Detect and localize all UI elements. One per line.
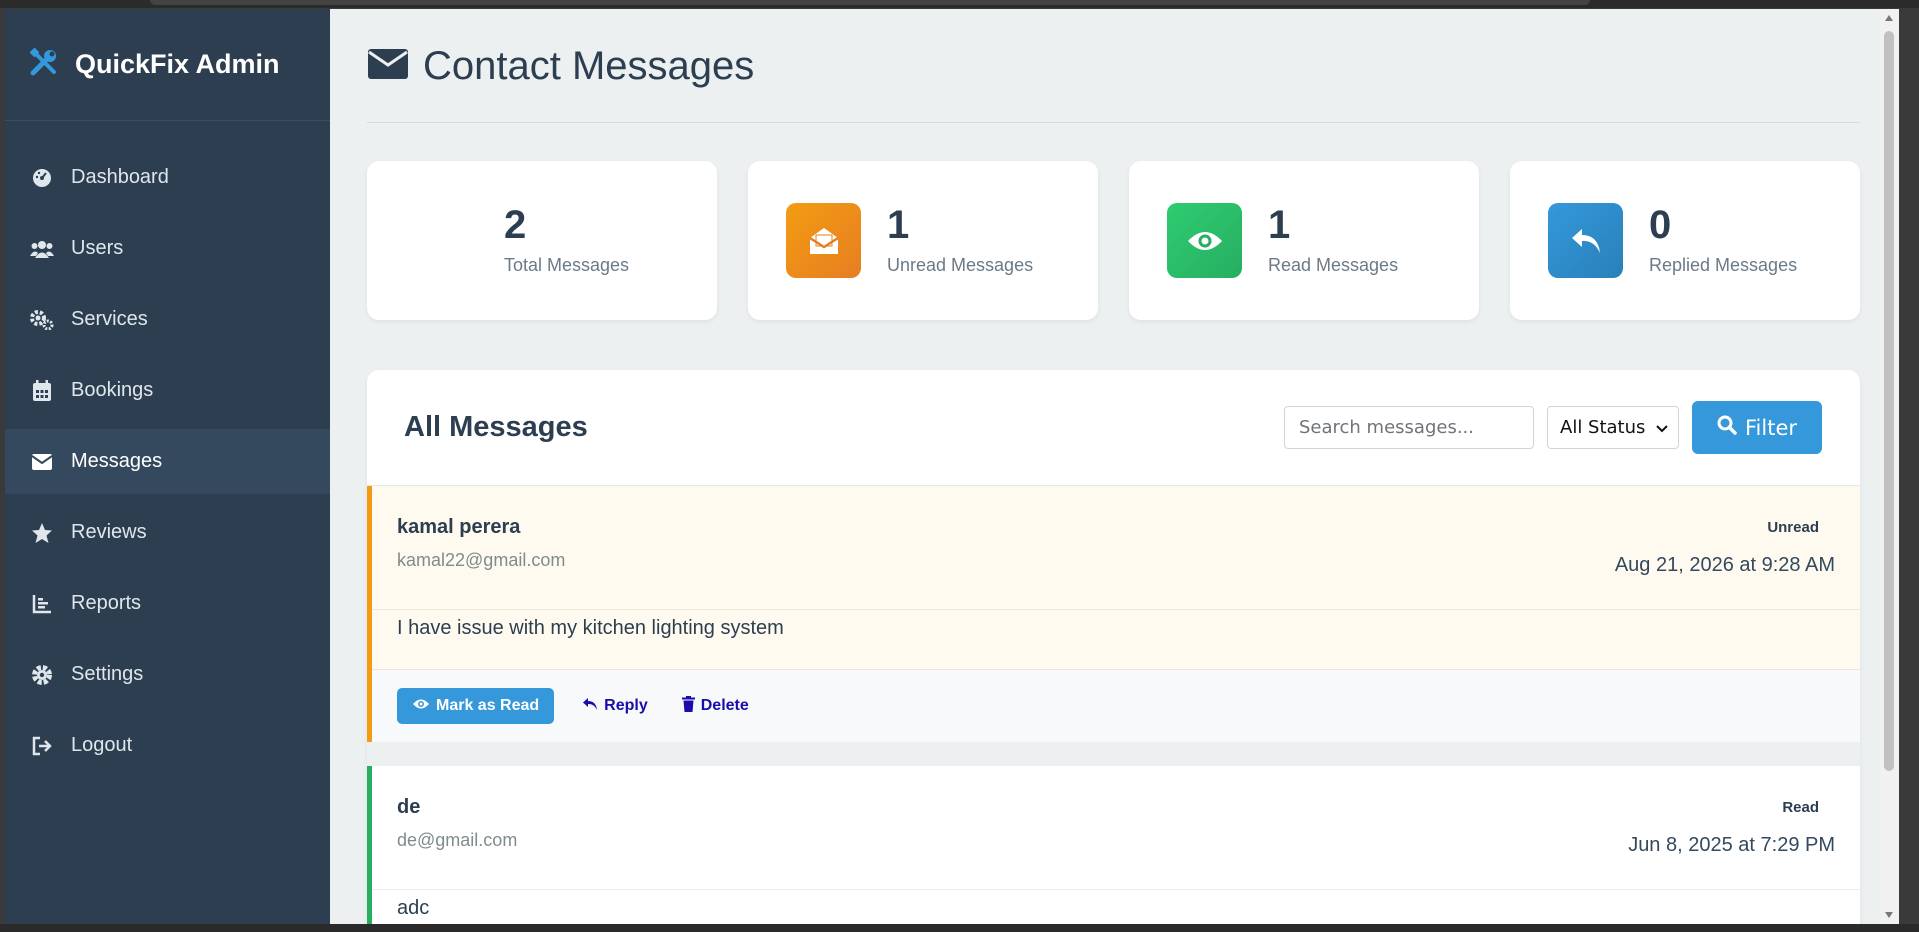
envelope-icon (29, 449, 55, 475)
chart-icon (29, 591, 55, 617)
page-title: Contact Messages (423, 44, 755, 88)
eye-icon (1167, 203, 1242, 278)
stat-label: Unread Messages (887, 255, 1034, 275)
stat-label: Read Messages (1268, 255, 1399, 275)
message-body: adc (397, 897, 430, 919)
sidebar-item-label: Dashboard (71, 166, 169, 188)
stat-value: 2 (504, 203, 527, 247)
browser-bottom-edge (0, 924, 1919, 932)
chevron-down-icon (1656, 417, 1668, 438)
sidebar-item-label: Services (71, 308, 148, 330)
panel-header: All Messages All Status Filter (367, 370, 1860, 486)
reply-icon (1548, 203, 1623, 278)
reply-button[interactable]: Reply (576, 697, 654, 716)
sidebar-item-reports[interactable]: Reports (5, 571, 330, 636)
sender-name: de (397, 796, 421, 818)
main-content: Contact Messages 2 Total Messages 1 Unre… (367, 9, 1860, 924)
trash-icon (681, 695, 695, 717)
search-icon (1717, 415, 1737, 440)
delete-label: Delete (700, 697, 749, 714)
stat-value: 1 (1268, 203, 1291, 247)
sidebar-item-reviews[interactable]: Reviews (5, 500, 330, 565)
stat-value: 1 (887, 203, 910, 247)
status-select[interactable]: All Status (1547, 406, 1679, 449)
stat-label: Replied Messages (1649, 255, 1798, 275)
sidebar-item-label: Settings (71, 663, 144, 685)
sidebar-item-label: Bookings (71, 379, 154, 401)
message-separator (367, 742, 1860, 766)
sidebar-item-settings[interactable]: Settings (5, 642, 330, 707)
star-icon (29, 520, 55, 546)
app-window: QuickFix Admin Dashboard Users Services (5, 9, 1899, 924)
sidebar: QuickFix Admin Dashboard Users Services (5, 9, 330, 924)
envelope-open-icon (786, 203, 861, 278)
message-header: de de@gmail.com Read Jun 8, 2025 at 7:29… (372, 766, 1860, 890)
filter-controls: All Status Filter (1284, 401, 1822, 454)
stat-card-read: 1 Read Messages (1129, 161, 1479, 320)
sidebar-item-bookings[interactable]: Bookings (5, 358, 330, 423)
logout-icon (29, 733, 55, 759)
sidebar-item-label: Users (71, 237, 124, 259)
brand-title: QuickFix Admin (75, 49, 280, 79)
status-badge: Unread (1767, 519, 1819, 536)
status-badge: Read (1782, 799, 1819, 816)
dashboard-icon (29, 165, 55, 191)
sender-name: kamal perera (397, 516, 521, 538)
sidebar-item-label: Messages (71, 450, 163, 472)
stat-card-unread: 1 Unread Messages (748, 161, 1098, 320)
reply-label: Reply (604, 697, 648, 714)
sidebar-item-label: Reports (71, 592, 142, 614)
delete-button[interactable]: Delete (676, 695, 755, 717)
filter-button-label: Filter (1744, 415, 1797, 440)
search-input[interactable] (1284, 406, 1534, 449)
message-item: de de@gmail.com Read Jun 8, 2025 at 7:29… (367, 766, 1860, 924)
stats-row: 2 Total Messages 1 Unread Messages 1 Rea… (367, 161, 1860, 320)
stat-value: 0 (1649, 203, 1672, 247)
sidebar-item-label: Reviews (71, 521, 147, 543)
scroll-down-arrow-icon[interactable] (1885, 912, 1893, 918)
page-scrollbar[interactable] (1879, 9, 1899, 924)
message-date: Jun 8, 2025 at 7:29 PM (1628, 834, 1835, 856)
messages-panel: All Messages All Status Filter (367, 370, 1860, 924)
filter-button[interactable]: Filter (1692, 401, 1822, 454)
stat-label: Total Messages (504, 255, 630, 275)
cogs-icon (29, 307, 55, 333)
scroll-up-arrow-icon[interactable] (1885, 15, 1893, 21)
brand[interactable]: QuickFix Admin (5, 9, 330, 121)
message-item: kamal perera kamal22@gmail.com Unread Au… (367, 486, 1860, 742)
mark-as-read-button[interactable]: Mark as Read (397, 688, 555, 724)
calendar-icon (29, 378, 55, 404)
sender-email: kamal22@gmail.com (397, 550, 566, 570)
stat-card-replied: 0 Replied Messages (1510, 161, 1860, 320)
sidebar-item-messages[interactable]: Messages (5, 429, 330, 494)
sidebar-item-dashboard[interactable]: Dashboard (5, 145, 330, 210)
mark-as-read-label: Mark as Read (436, 697, 540, 714)
sidebar-item-logout[interactable]: Logout (5, 713, 330, 778)
status-select-value: All Status (1560, 417, 1646, 438)
sidebar-nav: Dashboard Users Services Bookings Messag… (5, 145, 330, 778)
panel-title: All Messages (404, 411, 588, 443)
tools-icon (29, 47, 59, 82)
sidebar-item-users[interactable]: Users (5, 216, 330, 281)
message-header: kamal perera kamal22@gmail.com Unread Au… (372, 486, 1860, 610)
scrollbar-thumb[interactable] (1884, 31, 1894, 771)
gear-icon (29, 662, 55, 688)
page-header: Contact Messages (367, 9, 1860, 123)
sidebar-item-services[interactable]: Services (5, 287, 330, 352)
message-body: I have issue with my kitchen lighting sy… (397, 617, 784, 639)
message-actions: Mark as Read Reply Delete (372, 669, 1860, 742)
message-date: Aug 21, 2026 at 9:28 AM (1614, 554, 1835, 576)
browser-tab-strip (150, 0, 1590, 5)
stat-card-total: 2 Total Messages (367, 161, 717, 320)
reply-icon (582, 697, 598, 716)
browser-top-edge (0, 0, 1919, 8)
eye-icon (412, 697, 430, 715)
envelope-icon (367, 48, 409, 85)
sender-email: de@gmail.com (397, 830, 518, 850)
sidebar-item-label: Logout (71, 734, 133, 756)
users-icon (29, 236, 55, 262)
